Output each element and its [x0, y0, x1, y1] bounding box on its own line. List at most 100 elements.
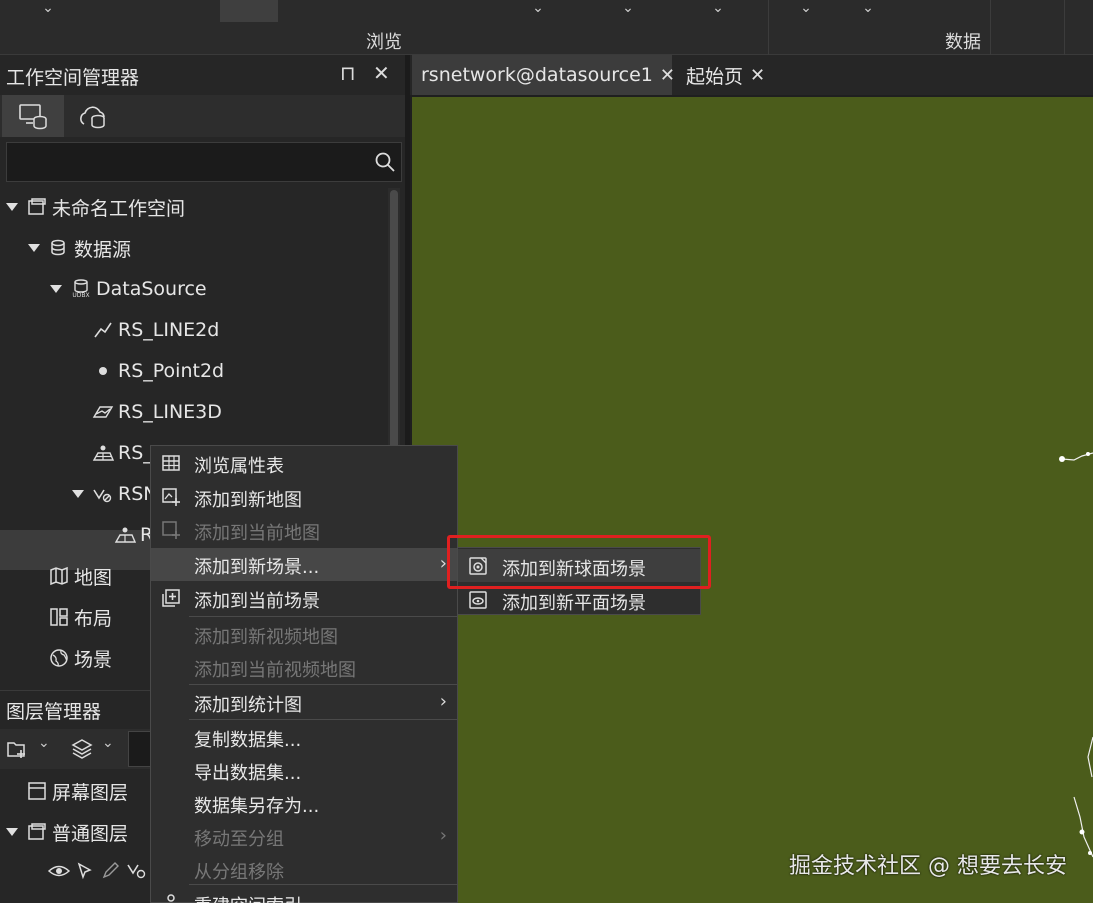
udbx-badge: UDBX [72, 292, 90, 299]
menu-item-copy-dataset[interactable]: 复制数据集... [151, 721, 457, 754]
panel-title: 图层管理器 [6, 701, 102, 723]
network-features [1059, 452, 1093, 858]
expand-triangle-icon[interactable] [72, 490, 84, 498]
menu-item-add-to-chart[interactable]: 添加到统计图 › [151, 686, 457, 719]
tree-item-dataset[interactable]: RS_LINE2d [92, 310, 219, 350]
close-icon[interactable]: ✕ [750, 65, 765, 86]
flat-scene-icon [469, 591, 487, 609]
tree-item-label: 数据源 [74, 238, 132, 261]
expand-triangle-icon[interactable] [50, 285, 62, 293]
tree-item-datasources[interactable]: 数据源 [28, 228, 131, 268]
add-scene-icon [162, 589, 180, 607]
snap-icon[interactable] [126, 861, 148, 881]
tab-label: 起始页 [686, 65, 744, 88]
computer-database-icon [19, 104, 47, 130]
menu-item-rebuild-spatial-index[interactable]: 重建空间索引 [151, 887, 457, 903]
tree-item-dataset[interactable]: RS_Point2d [92, 351, 224, 391]
workspace-view-tabs [0, 95, 405, 137]
tree-item-label: RS_Point2d [118, 360, 225, 382]
chevron-down-icon[interactable]: ⌄ [38, 735, 50, 751]
menu-separator [189, 684, 457, 685]
ribbon-dropdown-chevron-icon[interactable]: ⌄ [38, 0, 58, 18]
menu-separator [189, 884, 457, 885]
red-highlight-annotation-box [447, 535, 711, 589]
workspace-icon [26, 196, 48, 218]
menu-item-add-to-new-map[interactable]: 添加到新地图 [151, 481, 457, 514]
menu-item-add-to-new-video-map[interactable]: 添加到新视频地图 [151, 618, 457, 651]
datasource-group-icon [48, 237, 70, 259]
add-current-map-icon [162, 521, 180, 539]
pin-icon[interactable]: ⊓ [340, 61, 356, 85]
menu-item-remove-from-group[interactable]: 从分组移除 [151, 853, 457, 886]
tab-start-page[interactable]: 起始页 ✕ [678, 55, 778, 95]
layer-row-toggles [48, 861, 148, 885]
panel-title: 工作空间管理器 [6, 67, 140, 89]
tree-item-normal-layer[interactable]: 普通图层 [6, 812, 128, 852]
ribbon-dropdown-chevron-icon[interactable]: ⌄ [528, 0, 548, 18]
tree-item-label: 未命名工作空间 [52, 197, 186, 220]
ribbon-group-label-data: 数据 [945, 32, 981, 53]
edit-pencil-icon[interactable] [100, 861, 122, 881]
menu-item-add-to-current-video-map[interactable]: 添加到当前视频地图 [151, 651, 457, 684]
expand-triangle-icon[interactable] [28, 244, 40, 252]
submenu-arrow-icon: › [439, 691, 447, 712]
ribbon-pressed-button[interactable] [220, 0, 278, 22]
menu-item-move-to-group[interactable]: 移动至分组 › [151, 820, 457, 853]
menu-item-add-to-current-scene[interactable]: 添加到当前场景 [151, 582, 457, 615]
add-layer-group-icon[interactable] [6, 738, 28, 760]
ribbon-separator [768, 0, 769, 55]
tree-item-label: RS_LINE3D [118, 401, 222, 423]
menu-item-export-dataset[interactable]: 导出数据集... [151, 754, 457, 787]
network-topology-icon [92, 483, 114, 505]
ribbon-group-label-browse: 浏览 [366, 32, 402, 53]
workspace-search-input[interactable] [6, 142, 402, 182]
tree-item-layouts[interactable]: 布局 [48, 597, 112, 637]
expand-triangle-icon[interactable] [6, 828, 18, 836]
menu-separator [189, 616, 457, 617]
layer-group-icon [26, 821, 48, 843]
tree-item-workspace[interactable]: 未命名工作空间 [6, 187, 185, 227]
ribbon-dropdown-chevron-icon[interactable]: ⌄ [858, 0, 878, 18]
tree-item-scenes[interactable]: 场景 [48, 638, 112, 678]
ribbon-dropdown-chevron-icon[interactable]: ⌄ [618, 0, 638, 18]
expand-triangle-icon[interactable] [6, 203, 18, 211]
eye-icon[interactable] [48, 861, 70, 881]
tree-item-datasource[interactable]: UDBX DataSource [50, 269, 207, 309]
selectable-cursor-icon[interactable] [74, 861, 96, 881]
ribbon-separator [990, 0, 991, 55]
tree-item-label: RS_LINE2d [118, 319, 220, 341]
menu-item-add-to-new-scene[interactable]: 添加到新场景... › [151, 548, 457, 581]
tree-item-label: RS_ [118, 442, 153, 464]
tree-item-dataset[interactable]: RS_ [92, 433, 153, 473]
tree-item-dataset[interactable]: RS_LINE3D [92, 392, 222, 432]
cloud-database-icon [80, 106, 105, 129]
menu-item-save-dataset-as[interactable]: 数据集另存为... [151, 787, 457, 820]
submenu-arrow-icon: › [439, 553, 447, 574]
tree-item-label: 地图 [74, 566, 113, 589]
tab-rsnetwork-map[interactable]: rsnetwork@datasource1 ✕ [412, 55, 675, 95]
tab-label: rsnetwork@datasource1 [421, 64, 653, 86]
add-map-icon [162, 488, 180, 506]
chevron-down-icon[interactable]: ⌄ [102, 735, 114, 751]
table-icon [162, 455, 180, 471]
layers-icon[interactable] [70, 737, 94, 761]
ribbon-dropdown-chevron-icon[interactable]: ⌄ [796, 0, 816, 18]
ribbon-dropdown-chevron-icon[interactable]: ⌄ [708, 0, 728, 18]
menu-separator [189, 719, 457, 720]
close-icon[interactable]: ✕ [373, 61, 390, 85]
close-icon[interactable]: ✕ [660, 65, 675, 86]
map-canvas[interactable] [412, 97, 1093, 903]
network-dataset-icon [114, 524, 136, 546]
tree-item-maps[interactable]: 地图 [48, 556, 112, 596]
menu-item-browse-attribute-table[interactable]: 浏览属性表 [151, 447, 457, 480]
tree-item-label: 屏幕图层 [52, 781, 129, 804]
submenu-arrow-icon: › [439, 825, 447, 846]
tree-item-dataset[interactable]: R [114, 515, 153, 555]
tree-item-dataset-selected[interactable]: RSN [72, 474, 157, 514]
watermark-text: 掘金技术社区 @ 想要去长安 [789, 854, 1067, 879]
tab-local-workspace[interactable] [2, 95, 64, 137]
menu-item-add-to-current-map[interactable]: 添加到当前地图 [151, 514, 457, 547]
tab-online-workspace[interactable] [62, 95, 124, 137]
tree-item-screen-layer[interactable]: 屏幕图层 [26, 771, 128, 811]
search-icon[interactable] [373, 150, 397, 174]
